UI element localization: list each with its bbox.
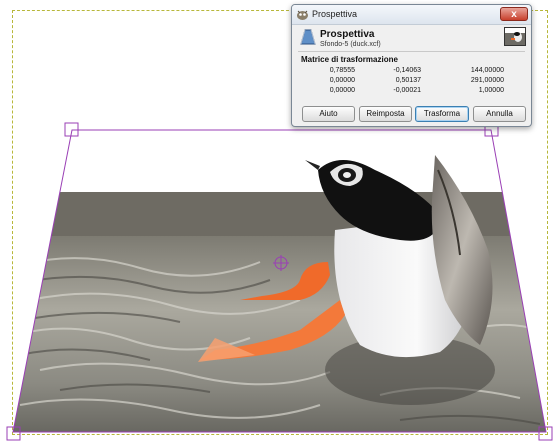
- perspective-dialog: Prospettiva x Prospettiva Sfondo-5 (duck…: [291, 4, 532, 127]
- matrix-cell: 0,00000: [329, 77, 355, 84]
- matrix-cell: -0,14063: [393, 67, 421, 74]
- gimp-icon: [297, 10, 308, 20]
- dialog-titlebar[interactable]: Prospettiva x: [292, 5, 531, 25]
- dialog-window-title: Prospettiva: [312, 9, 358, 19]
- matrix-row: 0,00000 -0,00021 1,00000: [292, 87, 531, 97]
- layer-thumbnail: [504, 27, 526, 46]
- matrix-cell: 0,00000: [329, 87, 355, 94]
- transformation-matrix: 0,78555 -0,14063 144,00000 0,00000 0,501…: [292, 67, 531, 97]
- cancel-button[interactable]: Annulla: [473, 106, 526, 122]
- matrix-cell: 1,00000: [478, 87, 504, 94]
- dialog-header-subtitle: Sfondo-5 (duck.xcf): [320, 41, 381, 48]
- matrix-cell: -0,00021: [393, 87, 421, 94]
- matrix-cell: 0,78555: [329, 67, 355, 74]
- perspective-tool-icon: [300, 29, 316, 45]
- reset-button[interactable]: Reimposta: [359, 106, 412, 122]
- matrix-cell: 291,00000: [470, 77, 504, 84]
- matrix-cell: 144,00000: [470, 67, 504, 74]
- matrix-row: 0,00000 0,50137 291,00000: [292, 77, 531, 87]
- close-icon: x: [511, 9, 517, 20]
- matrix-cell: 0,50137: [395, 77, 421, 84]
- center-handle[interactable]: [273, 255, 289, 271]
- help-button[interactable]: Aiuto: [302, 106, 355, 122]
- dialog-header-title: Prospettiva: [320, 29, 375, 40]
- matrix-row: 0,78555 -0,14063 144,00000: [292, 67, 531, 77]
- header-separator: [298, 51, 525, 52]
- matrix-label: Matrice di trasformazione: [301, 55, 398, 64]
- close-button[interactable]: x: [500, 7, 528, 21]
- transform-button[interactable]: Trasforma: [415, 106, 469, 122]
